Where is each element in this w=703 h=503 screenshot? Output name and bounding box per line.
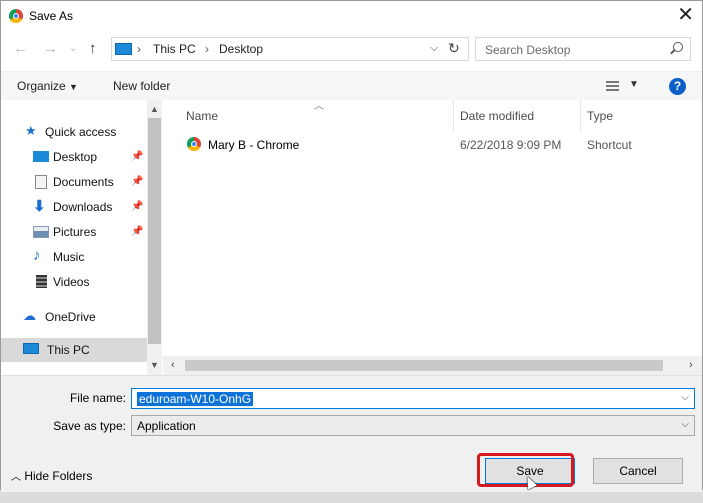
title-bar: Save As ✕ bbox=[1, 1, 702, 31]
chevron-down-icon[interactable]: ⌵ bbox=[430, 42, 438, 55]
dialog-title: Save As bbox=[29, 9, 74, 23]
command-bar: Organize ▼ New folder ▼ ? bbox=[1, 71, 702, 101]
search-input[interactable]: Search Desktop bbox=[485, 43, 570, 57]
back-arrow-icon[interactable]: ← bbox=[13, 40, 28, 57]
breadcrumb-desktop[interactable]: Desktop bbox=[219, 42, 263, 56]
sidebar-item-desktop[interactable]: Desktop 📌 bbox=[33, 147, 145, 169]
address-bar[interactable]: › This PC › Desktop ⌵ ↻ bbox=[111, 37, 469, 61]
scrollbar-thumb[interactable] bbox=[185, 360, 663, 371]
recent-locations-icon[interactable]: ⌄ bbox=[69, 43, 77, 54]
downloads-folder-icon: ⬇ bbox=[33, 198, 46, 215]
sidebar-item-downloads[interactable]: ⬇ Downloads 📌 bbox=[33, 197, 145, 219]
chevron-up-icon[interactable]: ▲ bbox=[150, 104, 159, 114]
pictures-folder-icon bbox=[33, 226, 49, 238]
sidebar-item-label: Documents bbox=[53, 175, 114, 189]
sidebar-item-label: OneDrive bbox=[45, 310, 96, 324]
sidebar-item-videos[interactable]: Videos bbox=[33, 272, 145, 294]
breadcrumb-separator-icon: › bbox=[137, 42, 141, 56]
file-name-label: File name: bbox=[69, 391, 126, 405]
file-list: ︿ Name Date modified Type Mary B - Chrom… bbox=[163, 100, 702, 356]
pin-icon[interactable]: 📌 bbox=[131, 226, 143, 237]
chevron-down-icon[interactable]: ▼ bbox=[629, 79, 639, 90]
close-icon[interactable]: ✕ bbox=[677, 5, 694, 25]
refresh-icon[interactable]: ↻ bbox=[448, 40, 460, 57]
documents-folder-icon bbox=[35, 175, 47, 189]
cancel-button[interactable]: Cancel bbox=[593, 458, 683, 484]
this-pc-icon bbox=[115, 43, 132, 55]
sidebar-item-label: Downloads bbox=[53, 200, 113, 214]
sidebar-item-onedrive[interactable]: ☁ OneDrive bbox=[23, 307, 145, 329]
save-options-panel: File name: eduroam-W10-OnhG ⌵ Save as ty… bbox=[1, 375, 702, 492]
sidebar-item-label: Quick access bbox=[45, 125, 117, 139]
navigation-bar: ← → ⌄ ↑ › This PC › Desktop ⌵ ↻ Search D… bbox=[1, 37, 702, 63]
file-name-input[interactable]: eduroam-W10-OnhG bbox=[137, 392, 254, 406]
breadcrumb-separator-icon: › bbox=[205, 42, 209, 56]
column-header-name[interactable]: Name bbox=[186, 109, 218, 123]
column-divider[interactable] bbox=[453, 100, 454, 132]
chrome-icon bbox=[9, 9, 23, 23]
sidebar-item-label: Videos bbox=[53, 275, 90, 289]
sidebar-item-pictures[interactable]: Pictures 📌 bbox=[33, 222, 145, 244]
column-header-type[interactable]: Type bbox=[587, 109, 613, 123]
sidebar-item-label: Pictures bbox=[53, 225, 97, 239]
navigation-pane: ★ Quick access Desktop 📌 Documents 📌 ⬇ D… bbox=[1, 100, 147, 363]
organize-label: Organize bbox=[17, 79, 66, 93]
videos-folder-icon bbox=[36, 275, 47, 288]
save-as-type-label: Save as type: bbox=[53, 419, 126, 433]
navigation-pane-scrollbar[interactable]: ▲ ▼ bbox=[147, 100, 162, 375]
pin-icon[interactable]: 📌 bbox=[131, 176, 143, 187]
pin-icon[interactable]: 📌 bbox=[131, 151, 143, 162]
search-icon bbox=[673, 42, 683, 52]
cloud-icon: ☁ bbox=[23, 308, 36, 323]
sidebar-item-label: Desktop bbox=[53, 150, 98, 164]
file-list-scrollbar[interactable]: ‹ › bbox=[163, 356, 702, 375]
help-icon[interactable]: ? bbox=[669, 78, 686, 95]
sidebar-item-this-pc[interactable]: This PC bbox=[1, 338, 147, 362]
sidebar-item-label: Music bbox=[53, 250, 85, 264]
chevron-right-icon[interactable]: › bbox=[689, 359, 693, 371]
chevron-up-icon: ︿ bbox=[11, 472, 21, 483]
forward-arrow-icon[interactable]: → bbox=[43, 40, 58, 57]
column-divider[interactable] bbox=[580, 100, 581, 132]
chevron-down-icon[interactable]: ⌵ bbox=[681, 419, 689, 430]
file-date-cell: 6/22/2018 9:09 PM bbox=[460, 138, 562, 152]
up-arrow-icon[interactable]: ↑ bbox=[89, 40, 97, 57]
column-header-date-modified[interactable]: Date modified bbox=[460, 109, 534, 123]
search-box[interactable]: Search Desktop bbox=[475, 37, 691, 61]
save-as-type-select[interactable]: Application ⌵ bbox=[131, 415, 695, 436]
hide-folders-label: Hide Folders bbox=[24, 469, 93, 483]
chevron-down-icon: ▼ bbox=[69, 82, 78, 92]
sidebar-item-music[interactable]: ♪ Music bbox=[33, 247, 145, 269]
file-name-field[interactable]: eduroam-W10-OnhG ⌵ bbox=[131, 388, 695, 409]
view-options-icon[interactable] bbox=[601, 79, 619, 91]
save-as-type-value: Application bbox=[137, 419, 196, 433]
file-name-cell[interactable]: Mary B - Chrome bbox=[208, 138, 299, 152]
file-type-cell: Shortcut bbox=[587, 138, 632, 152]
chevron-down-icon[interactable]: ⌵ bbox=[681, 392, 689, 403]
chrome-shortcut-icon bbox=[187, 137, 201, 151]
pin-icon[interactable]: 📌 bbox=[131, 201, 143, 212]
sort-caret-icon: ︿ bbox=[314, 101, 324, 112]
scrollbar-thumb[interactable] bbox=[148, 118, 161, 344]
new-folder-button[interactable]: New folder bbox=[113, 79, 170, 93]
sidebar-item-quick-access[interactable]: ★ Quick access bbox=[25, 122, 145, 144]
music-folder-icon: ♪ bbox=[33, 247, 41, 264]
this-pc-icon bbox=[23, 343, 39, 354]
star-icon: ★ bbox=[25, 123, 37, 138]
chevron-left-icon[interactable]: ‹ bbox=[171, 359, 175, 371]
sidebar-item-documents[interactable]: Documents 📌 bbox=[33, 172, 145, 194]
save-as-dialog: Save As ✕ ← → ⌄ ↑ › This PC › Desktop ⌵ … bbox=[0, 0, 703, 492]
organize-button[interactable]: Organize ▼ bbox=[17, 79, 78, 93]
sidebar-item-label: This PC bbox=[47, 343, 90, 357]
chevron-down-icon[interactable]: ▼ bbox=[150, 360, 159, 370]
desktop-folder-icon bbox=[33, 151, 49, 162]
breadcrumb-this-pc[interactable]: This PC bbox=[153, 42, 196, 56]
hide-folders-button[interactable]: ︿ Hide Folders bbox=[11, 468, 92, 483]
